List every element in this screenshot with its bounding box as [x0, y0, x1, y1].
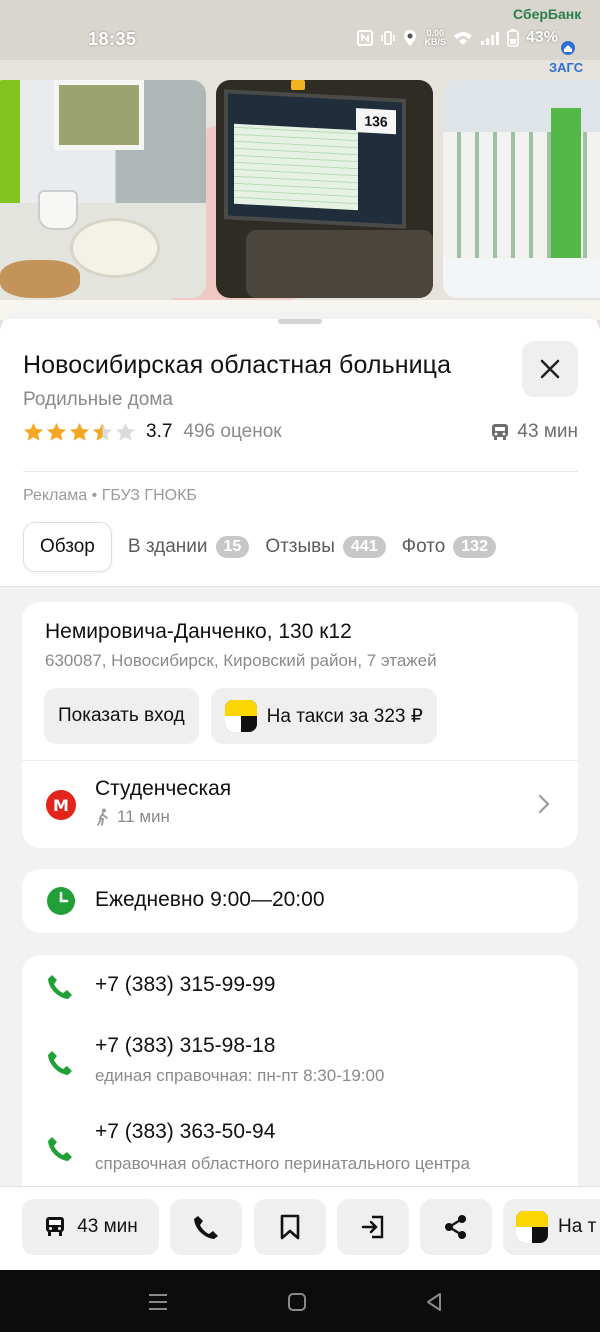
- tab-0[interactable]: Обзор: [23, 522, 112, 572]
- metro-walk-time: 11 мин: [95, 807, 170, 827]
- star-icon: [70, 423, 89, 441]
- tab-label: Фото: [401, 536, 446, 557]
- back-icon[interactable]: [424, 1292, 444, 1312]
- walk-icon: [97, 808, 108, 826]
- address-details: 630087, Новосибирск, Кировский район, 7 …: [45, 651, 437, 670]
- tab-3[interactable]: Фото 132: [402, 522, 496, 572]
- vibrate-icon: [381, 31, 396, 45]
- wifi-icon: [453, 32, 472, 45]
- system-nav-bar: [0, 1270, 600, 1332]
- entrance-button[interactable]: [337, 1199, 409, 1255]
- share-icon: [445, 1215, 466, 1239]
- close-icon: [540, 359, 560, 379]
- metro-icon: М: [46, 790, 76, 820]
- phone-icon: [48, 975, 72, 999]
- ad-disclaimer: Реклама • ГБУЗ ГНОКБ: [23, 487, 197, 504]
- clock-icon: [47, 887, 75, 915]
- address-street[interactable]: Немировича-Данченко, 130 к12: [45, 620, 352, 644]
- route-button[interactable]: 43 мин: [22, 1199, 159, 1255]
- star-icon: [116, 423, 135, 441]
- bus-icon: [492, 424, 509, 440]
- login-icon: [361, 1215, 384, 1239]
- action-bar: 43 мин На т: [0, 1186, 600, 1270]
- recent-apps-icon[interactable]: [148, 1292, 168, 1312]
- battery-percent: 43%: [525, 29, 558, 46]
- phone-number-3[interactable]: +7 (383) 363-50-94: [95, 1120, 275, 1144]
- photo-monitor[interactable]: 136: [216, 80, 433, 298]
- metro-station[interactable]: Студенческая: [95, 777, 231, 801]
- address-card: Немировича-Данченко, 130 к12 630087, Нов…: [22, 602, 578, 848]
- nfc-icon: [357, 30, 374, 46]
- place-card-sheet: Новосибирская областная больница Родильн…: [0, 311, 600, 1332]
- network-speed: 0.00 KB/S: [424, 28, 446, 47]
- home-icon[interactable]: [287, 1292, 307, 1312]
- star-icon: [24, 423, 43, 441]
- close-button[interactable]: [522, 341, 578, 397]
- monitor-reading: 136: [356, 108, 396, 135]
- star-icon: [93, 423, 112, 441]
- call-button[interactable]: [170, 1199, 242, 1255]
- transit-time-label: 43 мин: [517, 421, 578, 442]
- rating-count: 496 оценок: [183, 421, 282, 442]
- phone-number-2[interactable]: +7 (383) 315-98-18: [95, 1034, 275, 1058]
- bookmark-button[interactable]: [254, 1199, 326, 1255]
- photo-carousel[interactable]: 136: [0, 80, 600, 298]
- phone-note-3: справочная областного перинатального цен…: [95, 1154, 470, 1173]
- advertiser-name: ГБУЗ ГНОКБ: [101, 487, 197, 504]
- signal-icon: [480, 32, 499, 45]
- status-bar: 18:35 0.00 KB/S 43%: [0, 0, 600, 80]
- tab-2[interactable]: Отзывы 441: [265, 522, 386, 572]
- tab-count-badge: 132: [453, 536, 496, 558]
- tab-overflow[interactable]: [512, 522, 522, 572]
- photo-meal[interactable]: [0, 80, 206, 298]
- phone-number-1[interactable]: +7 (383) 315-99-99: [95, 973, 275, 997]
- place-title: Новосибирская областная больница: [23, 351, 452, 379]
- taxi-logo-icon: [516, 1211, 548, 1243]
- battery-icon: [507, 29, 519, 47]
- header-divider: [23, 471, 578, 472]
- tab-1[interactable]: В здании 15: [127, 522, 250, 572]
- tab-count-badge: 441: [342, 536, 386, 558]
- star-icon: [47, 423, 66, 441]
- status-time: 18:35: [88, 29, 137, 49]
- taxi-action-button[interactable]: На т: [503, 1199, 600, 1255]
- show-entrance-button[interactable]: Показать вход: [44, 688, 199, 744]
- tab-bar: Обзор В здании 15 Отзывы 441 Фото 132: [23, 522, 522, 572]
- tab-label: В здании: [127, 536, 208, 557]
- sheet-grabber[interactable]: [278, 319, 322, 324]
- place-header: Новосибирская областная больница Родильн…: [0, 319, 600, 587]
- bookmark-icon: [280, 1214, 300, 1240]
- taxi-logo-icon: [224, 700, 257, 732]
- chevron-right-icon[interactable]: [538, 794, 550, 814]
- card-divider: [22, 760, 578, 761]
- tab-label: Обзор: [40, 536, 95, 557]
- rating-summary[interactable]: 3.7 496 оценок: [23, 421, 282, 443]
- place-category[interactable]: Родильные дома: [23, 389, 173, 411]
- hours-card[interactable]: Ежедневно 9:00—20:00: [22, 869, 578, 933]
- phone-icon: [194, 1216, 218, 1239]
- rating-value: 3.7: [146, 421, 173, 442]
- rating-stars: [23, 422, 136, 442]
- photo-building[interactable]: [443, 80, 600, 298]
- tab-label: Отзывы: [265, 536, 335, 557]
- bus-icon: [46, 1217, 65, 1236]
- location-icon: [404, 30, 417, 46]
- phone-icon: [48, 1137, 72, 1161]
- phone-icon: [48, 1051, 72, 1075]
- share-button[interactable]: [420, 1199, 492, 1255]
- monitor-lamp-icon: [291, 80, 305, 90]
- phone-note-2: единая справочная: пн-пт 8:30-19:00: [95, 1066, 385, 1085]
- transit-time[interactable]: 43 мин: [490, 421, 578, 443]
- opening-hours: Ежедневно 9:00—20:00: [95, 888, 325, 911]
- tab-count-badge: 15: [215, 536, 250, 558]
- taxi-button[interactable]: На такси за 323 ₽: [210, 688, 437, 744]
